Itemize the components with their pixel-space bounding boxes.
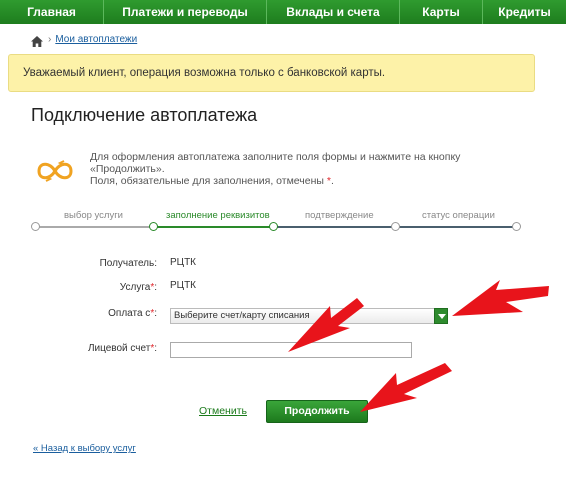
service-label: Услуга*: (27, 282, 157, 293)
account-number-label-text: Лицевой счет (87, 343, 151, 354)
breadcrumb: › Мои автоплатежи (31, 32, 137, 47)
nav-item-payments[interactable]: Платежи и переводы (104, 0, 267, 24)
step-line-2 (153, 226, 273, 228)
warning-banner: Уважаемый клиент, операция возможна толь… (8, 54, 535, 92)
account-number-label: Лицевой счет*: (27, 343, 157, 354)
nav-item-cards[interactable]: Карты (400, 0, 483, 24)
annotation-arrow-select (452, 280, 549, 316)
nav-item-credits[interactable]: Кредиты (483, 0, 566, 24)
nav-item-deposits[interactable]: Вклады и счета (267, 0, 400, 24)
annotation-arrow-continue (360, 363, 452, 412)
step-label-confirmation: подтверждение (305, 210, 374, 221)
nav-item-home[interactable]: Главная (0, 0, 104, 24)
top-navigation: Главная Платежи и переводы Вклады и счет… (0, 0, 566, 24)
intro-required-text: Поля, обязательные для заполнения, отмеч… (90, 175, 324, 187)
infinity-autopay-icon (33, 155, 77, 187)
cancel-link[interactable]: Отменить (199, 405, 247, 417)
breadcrumb-separator: › (48, 33, 52, 45)
payment-source-label: Оплата с*: (27, 308, 157, 319)
label-colon: : (154, 282, 157, 293)
intro-instruction: Для оформления автоплатежа заполните пол… (90, 151, 461, 175)
label-colon: : (154, 308, 157, 319)
step-dot-2 (269, 222, 278, 231)
step-dot-1 (149, 222, 158, 231)
step-dot-end (512, 222, 521, 231)
service-value: РЦТК (170, 280, 197, 291)
chevron-down-icon[interactable] (434, 308, 448, 324)
step-label-fill-details: заполнение реквизитов (166, 210, 270, 221)
account-number-input[interactable] (170, 342, 412, 358)
step-dot-start (31, 222, 40, 231)
continue-button[interactable]: Продолжить (266, 400, 368, 423)
recipient-label: Получатель: (99, 258, 157, 269)
payment-source-select[interactable]: Выберите счет/карту списания (170, 308, 448, 324)
step-line-1 (35, 226, 153, 228)
payment-source-selected-value: Выберите счет/карту списания (174, 310, 310, 321)
step-label-operation-status: статус операции (422, 210, 495, 221)
label-colon: : (154, 343, 157, 354)
intro-period: . (330, 175, 334, 187)
intro-text: Для оформления автоплатежа заполните пол… (90, 151, 530, 187)
back-to-services-link[interactable]: « Назад к выбору услуг (33, 443, 136, 454)
breadcrumb-link-autopayments[interactable]: Мои автоплатежи (55, 34, 137, 45)
step-label-choose-service: выбор услуги (64, 210, 123, 221)
intro-required-note: Поля, обязательные для заполнения, отмеч… (90, 175, 530, 187)
page-title: Подключение автоплатежа (31, 105, 258, 125)
step-dot-3 (391, 222, 400, 231)
recipient-value: РЦТК (170, 257, 197, 268)
home-icon[interactable] (31, 34, 43, 47)
service-label-text: Услуга (119, 282, 151, 293)
payment-source-label-text: Оплата с (108, 308, 151, 319)
progress-steps: выбор услуги заполнение реквизитов подтв… (31, 210, 521, 234)
